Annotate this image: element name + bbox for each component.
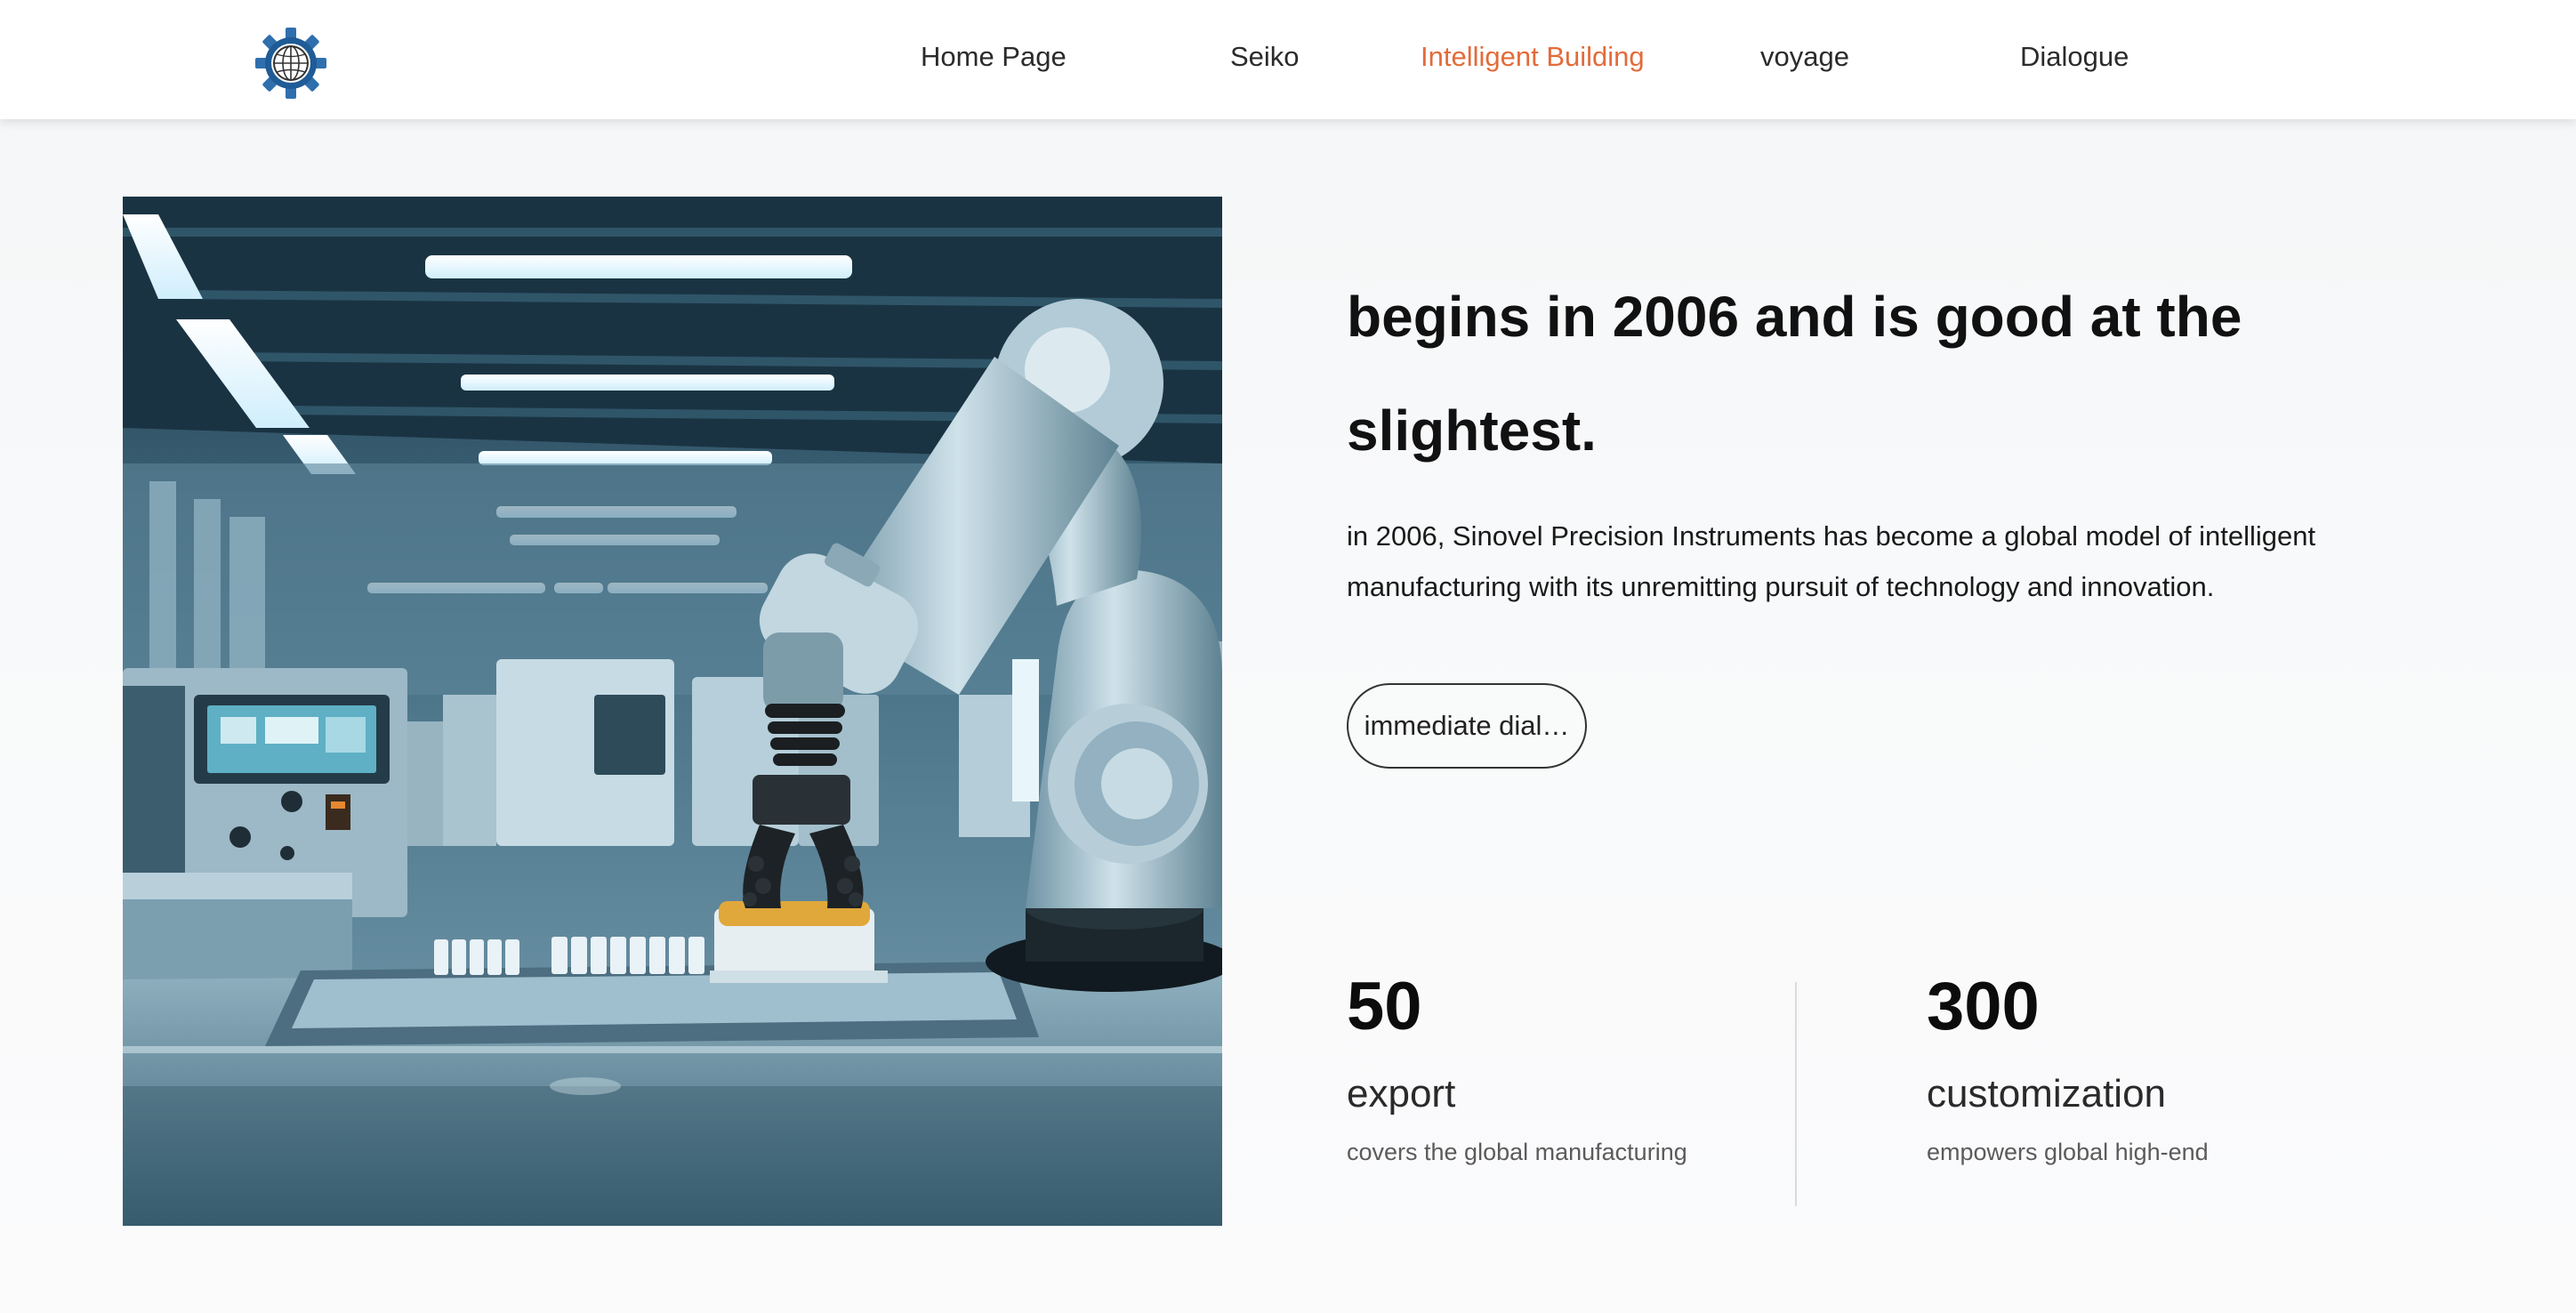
stat-subtitle: covers the global manufacturing [1347,1139,1687,1165]
stat-divider [1795,982,1797,1206]
globe-gear-icon[interactable] [254,27,327,100]
immediate-dial-button[interactable]: immediate dial… [1347,683,1587,769]
nav-voyage[interactable]: voyage [1760,39,1849,75]
intro-description: in 2006, Sinovel Precision Instruments h… [1347,520,2316,602]
stat-customization: 300 customization empowers global high-e… [1927,966,2371,1167]
site-header: Home Page Seiko Intelligent Building voy… [0,0,2576,119]
stat-value: 50 [1347,969,1422,1044]
page-headline: begins in 2006 and is good at the slight… [1347,285,2242,463]
stat-subtitle: empowers global high-end [1927,1139,2209,1165]
stat-label: customization [1927,1072,2167,1116]
nav-home-page[interactable]: Home Page [921,39,1067,75]
nav-dialogue[interactable]: Dialogue [2020,39,2129,75]
stat-label: export [1347,1072,1456,1116]
hero-image-robotic-arm [123,197,1222,1226]
nav-intelligent-building[interactable]: Intelligent Building [1421,39,1645,75]
stat-value: 300 [1927,969,2040,1044]
nav-seiko[interactable]: Seiko [1230,39,1300,75]
stat-export: 50 export covers the global manufacturin… [1347,966,1791,1167]
